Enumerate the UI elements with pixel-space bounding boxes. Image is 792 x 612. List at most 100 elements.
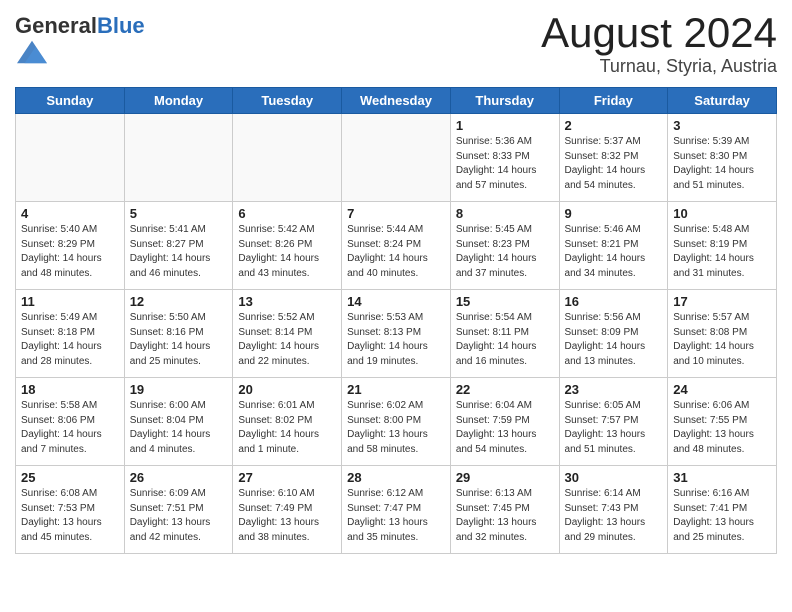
table-row: 14Sunrise: 5:53 AM Sunset: 8:13 PM Dayli… xyxy=(342,290,451,378)
day-number: 24 xyxy=(673,382,771,397)
table-row: 6 Sunrise: 5:42 AM Sunset: 8:26 PM Daylig… xyxy=(233,202,342,290)
day-number: 16 xyxy=(565,294,663,309)
day-info: Sunrise: 5:39 AM Sunset: 8:30 PM Dayligh… xyxy=(673,135,771,193)
day-number: 4 xyxy=(21,206,119,221)
day-number: 11 xyxy=(21,294,119,309)
table-row xyxy=(233,114,342,202)
day-number: 26 xyxy=(130,470,228,485)
logo-general-text: General xyxy=(15,13,97,38)
weekday-tuesday: Tuesday xyxy=(233,88,342,114)
day-info: Sunrise: 6:05 AM Sunset: 7:57 PM Dayligh… xyxy=(565,399,663,457)
weekday-friday: Friday xyxy=(559,88,668,114)
day-number: 30 xyxy=(565,470,663,485)
table-row: 13Sunrise: 5:52 AM Sunset: 8:14 PM Dayli… xyxy=(233,290,342,378)
day-info: Sunrise: 5:50 AM Sunset: 8:16 PM Dayligh… xyxy=(130,311,228,369)
table-row: 7 Sunrise: 5:44 AM Sunset: 8:24 PM Daylig… xyxy=(342,202,451,290)
day-number: 19 xyxy=(130,382,228,397)
table-row: 1Sunrise: 5:36 AM Sunset: 8:33 PM Daylig… xyxy=(450,114,559,202)
table-row: 15 Sunrise: 5:54 AM Sunset: 8:11 PM Dayli… xyxy=(450,290,559,378)
table-row: 2Sunrise: 5:37 AM Sunset: 8:32 PM Daylig… xyxy=(559,114,668,202)
weekday-thursday: Thursday xyxy=(450,88,559,114)
table-row xyxy=(124,114,233,202)
day-info: Sunrise: 5:36 AM Sunset: 8:33 PM Dayligh… xyxy=(456,135,554,193)
table-row: 24 Sunrise: 6:06 AM Sunset: 7:55 PM Dayli… xyxy=(668,378,777,466)
calendar-week-row: 1Sunrise: 5:36 AM Sunset: 8:33 PM Daylig… xyxy=(16,114,777,202)
calendar-week-row: 4 Sunrise: 5:40 AM Sunset: 8:29 PM Daylig… xyxy=(16,202,777,290)
day-number: 28 xyxy=(347,470,445,485)
table-row: 22Sunrise: 6:04 AM Sunset: 7:59 PM Dayli… xyxy=(450,378,559,466)
day-number: 25 xyxy=(21,470,119,485)
day-number: 23 xyxy=(565,382,663,397)
calendar-table: Sunday Monday Tuesday Wednesday Thursday… xyxy=(15,87,777,554)
table-row: 28 Sunrise: 6:12 AM Sunset: 7:47 PM Dayli… xyxy=(342,466,451,554)
table-row: 4 Sunrise: 5:40 AM Sunset: 8:29 PM Daylig… xyxy=(16,202,125,290)
calendar-week-row: 25 Sunrise: 6:08 AM Sunset: 7:53 PM Dayli… xyxy=(16,466,777,554)
weekday-sunday: Sunday xyxy=(16,88,125,114)
table-row: 27 Sunrise: 6:10 AM Sunset: 7:49 PM Dayli… xyxy=(233,466,342,554)
page-container: GeneralBlue August 2024 Turnau, Styria, … xyxy=(0,0,792,564)
table-row: 18 Sunrise: 5:58 AM Sunset: 8:06 PM Dayli… xyxy=(16,378,125,466)
location-subtitle: Turnau, Styria, Austria xyxy=(541,56,777,77)
day-info: Sunrise: 6:06 AM Sunset: 7:55 PM Dayligh… xyxy=(673,399,771,457)
table-row: 10 Sunrise: 5:48 AM Sunset: 8:19 PM Dayli… xyxy=(668,202,777,290)
day-info: Sunrise: 6:09 AM Sunset: 7:51 PM Dayligh… xyxy=(130,487,228,545)
weekday-saturday: Saturday xyxy=(668,88,777,114)
day-number: 14 xyxy=(347,294,445,309)
day-info: Sunrise: 5:46 AM Sunset: 8:21 PM Dayligh… xyxy=(565,223,663,281)
logo-icon xyxy=(17,37,47,67)
table-row: 17Sunrise: 5:57 AM Sunset: 8:08 PM Dayli… xyxy=(668,290,777,378)
day-number: 31 xyxy=(673,470,771,485)
day-info: Sunrise: 5:49 AM Sunset: 8:18 PM Dayligh… xyxy=(21,311,119,369)
logo: GeneralBlue xyxy=(15,15,145,72)
table-row: 8Sunrise: 5:45 AM Sunset: 8:23 PM Daylig… xyxy=(450,202,559,290)
day-number: 20 xyxy=(238,382,336,397)
day-info: Sunrise: 5:48 AM Sunset: 8:19 PM Dayligh… xyxy=(673,223,771,281)
day-info: Sunrise: 5:56 AM Sunset: 8:09 PM Dayligh… xyxy=(565,311,663,369)
weekday-monday: Monday xyxy=(124,88,233,114)
table-row: 11 Sunrise: 5:49 AM Sunset: 8:18 PM Dayli… xyxy=(16,290,125,378)
day-info: Sunrise: 6:00 AM Sunset: 8:04 PM Dayligh… xyxy=(130,399,228,457)
day-number: 5 xyxy=(130,206,228,221)
day-number: 17 xyxy=(673,294,771,309)
day-info: Sunrise: 5:37 AM Sunset: 8:32 PM Dayligh… xyxy=(565,135,663,193)
day-number: 13 xyxy=(238,294,336,309)
day-info: Sunrise: 5:40 AM Sunset: 8:29 PM Dayligh… xyxy=(21,223,119,281)
day-number: 15 xyxy=(456,294,554,309)
table-row: 12Sunrise: 5:50 AM Sunset: 8:16 PM Dayli… xyxy=(124,290,233,378)
day-number: 21 xyxy=(347,382,445,397)
day-number: 3 xyxy=(673,118,771,133)
day-info: Sunrise: 6:08 AM Sunset: 7:53 PM Dayligh… xyxy=(21,487,119,545)
table-row: 3 Sunrise: 5:39 AM Sunset: 8:30 PM Daylig… xyxy=(668,114,777,202)
day-info: Sunrise: 5:44 AM Sunset: 8:24 PM Dayligh… xyxy=(347,223,445,281)
table-row xyxy=(342,114,451,202)
day-info: Sunrise: 6:12 AM Sunset: 7:47 PM Dayligh… xyxy=(347,487,445,545)
day-info: Sunrise: 5:41 AM Sunset: 8:27 PM Dayligh… xyxy=(130,223,228,281)
day-number: 6 xyxy=(238,206,336,221)
day-number: 8 xyxy=(456,206,554,221)
table-row: 30Sunrise: 6:14 AM Sunset: 7:43 PM Dayli… xyxy=(559,466,668,554)
day-info: Sunrise: 6:04 AM Sunset: 7:59 PM Dayligh… xyxy=(456,399,554,457)
table-row: 25 Sunrise: 6:08 AM Sunset: 7:53 PM Dayli… xyxy=(16,466,125,554)
day-info: Sunrise: 5:42 AM Sunset: 8:26 PM Dayligh… xyxy=(238,223,336,281)
day-number: 10 xyxy=(673,206,771,221)
day-number: 27 xyxy=(238,470,336,485)
table-row: 23 Sunrise: 6:05 AM Sunset: 7:57 PM Dayli… xyxy=(559,378,668,466)
logo-blue-text: Blue xyxy=(97,13,145,38)
day-info: Sunrise: 5:58 AM Sunset: 8:06 PM Dayligh… xyxy=(21,399,119,457)
table-row: 16 Sunrise: 5:56 AM Sunset: 8:09 PM Dayli… xyxy=(559,290,668,378)
table-row: 31Sunrise: 6:16 AM Sunset: 7:41 PM Dayli… xyxy=(668,466,777,554)
day-info: Sunrise: 6:13 AM Sunset: 7:45 PM Dayligh… xyxy=(456,487,554,545)
table-row: 19 Sunrise: 6:00 AM Sunset: 8:04 PM Dayli… xyxy=(124,378,233,466)
day-number: 18 xyxy=(21,382,119,397)
calendar-week-row: 11 Sunrise: 5:49 AM Sunset: 8:18 PM Dayli… xyxy=(16,290,777,378)
day-info: Sunrise: 5:54 AM Sunset: 8:11 PM Dayligh… xyxy=(456,311,554,369)
day-number: 9 xyxy=(565,206,663,221)
day-info: Sunrise: 6:01 AM Sunset: 8:02 PM Dayligh… xyxy=(238,399,336,457)
month-year-title: August 2024 xyxy=(541,10,777,56)
day-number: 7 xyxy=(347,206,445,221)
table-row: 21 Sunrise: 6:02 AM Sunset: 8:00 PM Dayli… xyxy=(342,378,451,466)
day-info: Sunrise: 6:10 AM Sunset: 7:49 PM Dayligh… xyxy=(238,487,336,545)
table-row: 9 Sunrise: 5:46 AM Sunset: 8:21 PM Daylig… xyxy=(559,202,668,290)
day-info: Sunrise: 6:02 AM Sunset: 8:00 PM Dayligh… xyxy=(347,399,445,457)
calendar-header-row: Sunday Monday Tuesday Wednesday Thursday… xyxy=(16,88,777,114)
